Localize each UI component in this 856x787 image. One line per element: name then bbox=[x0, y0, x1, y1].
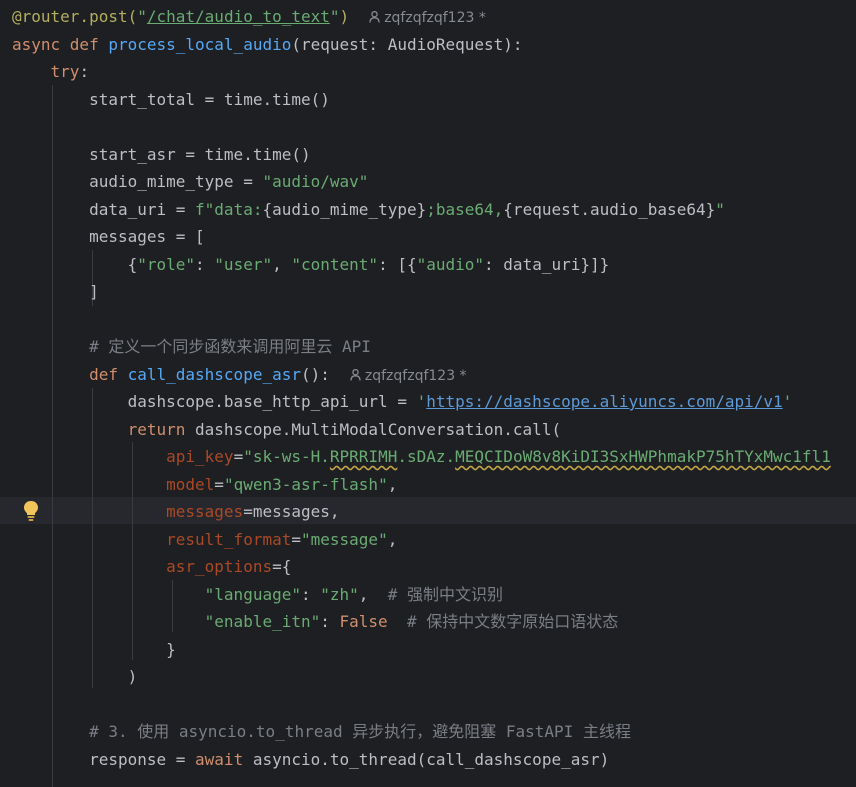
decorator: @router.post( bbox=[12, 7, 138, 26]
code-line[interactable]: messages = [ bbox=[12, 223, 205, 250]
code-line[interactable]: async def process_local_audio(request: A… bbox=[12, 31, 523, 58]
code-line[interactable]: # 3. 使用 asyncio.to_thread 异步执行，避免阻塞 Fast… bbox=[12, 718, 631, 745]
function-name[interactable]: process_local_audio bbox=[108, 35, 291, 54]
code-line[interactable]: ) bbox=[12, 663, 138, 690]
code-line[interactable]: "enable_itn": False # 保持中文数字原始口语状态 bbox=[12, 608, 619, 635]
code-line[interactable]: # 定义一个同步函数来调用阿里云 API bbox=[12, 333, 371, 360]
code-line[interactable]: dashscope.base_http_api_url = 'https://d… bbox=[12, 388, 793, 415]
code-line[interactable]: start_total = time.time() bbox=[12, 86, 330, 113]
code-line[interactable]: audio_mime_type = "audio/wav" bbox=[12, 168, 368, 195]
code-editor[interactable]: @router.post("/chat/audio_to_text") zqfzq… bbox=[0, 0, 856, 787]
typo-warning[interactable]: MEQCIDoW8v8KiDI3SxHWPhmakP75hTYxMwc1fl1 bbox=[455, 447, 831, 466]
code-line[interactable]: ] bbox=[12, 278, 99, 305]
code-line[interactable]: start_asr = time.time() bbox=[12, 141, 311, 168]
code-line[interactable]: @router.post("/chat/audio_to_text") zqfzq… bbox=[12, 3, 486, 30]
code-line[interactable]: {"role": "user", "content": [{"audio": d… bbox=[12, 251, 610, 278]
route-path[interactable]: /chat/audio_to_text bbox=[147, 7, 330, 26]
comment: # 强制中文识别 bbox=[387, 585, 503, 604]
code-line[interactable]: response = await asyncio.to_thread(call_… bbox=[12, 746, 609, 773]
author-hint[interactable]: zqfzqfzqf123 * bbox=[349, 10, 486, 26]
author-hint[interactable]: zqfzqfzqf123 * bbox=[330, 368, 467, 384]
api-url-link[interactable]: https://dashscope.aliyuncs.com/api/v1 bbox=[426, 392, 782, 411]
code-line[interactable]: asr_options={ bbox=[12, 553, 291, 580]
code-line[interactable]: model="qwen3-asr-flash", bbox=[12, 471, 397, 498]
code-line[interactable]: data_uri = f"data:{audio_mime_type};base… bbox=[12, 196, 725, 223]
code-line[interactable]: } bbox=[12, 636, 176, 663]
code-line[interactable]: "language": "zh", # 强制中文识别 bbox=[12, 581, 503, 608]
typo-warning[interactable]: RPRRIMH bbox=[330, 447, 397, 466]
code-line[interactable]: try: bbox=[12, 58, 90, 85]
code-line[interactable]: api_key="sk-ws-H.RPRRIMH.sDAz.MEQCIDoW8v… bbox=[12, 443, 831, 470]
code-line[interactable]: messages=messages, bbox=[12, 498, 339, 525]
code-line[interactable]: return dashscope.MultiModalConversation.… bbox=[12, 416, 561, 443]
comment: # 3. 使用 asyncio.to_thread 异步执行，避免阻塞 Fast… bbox=[89, 722, 631, 741]
comment: # 定义一个同步函数来调用阿里云 API bbox=[89, 337, 371, 356]
person-icon bbox=[350, 369, 361, 381]
function-name[interactable]: call_dashscope_asr bbox=[128, 365, 301, 384]
comment: # 保持中文数字原始口语状态 bbox=[406, 612, 619, 631]
code-line[interactable]: result_format="message", bbox=[12, 526, 397, 553]
code-line[interactable]: def call_dashscope_asr(): zqfzqfzqf123 * bbox=[12, 361, 467, 388]
person-icon bbox=[369, 11, 380, 23]
